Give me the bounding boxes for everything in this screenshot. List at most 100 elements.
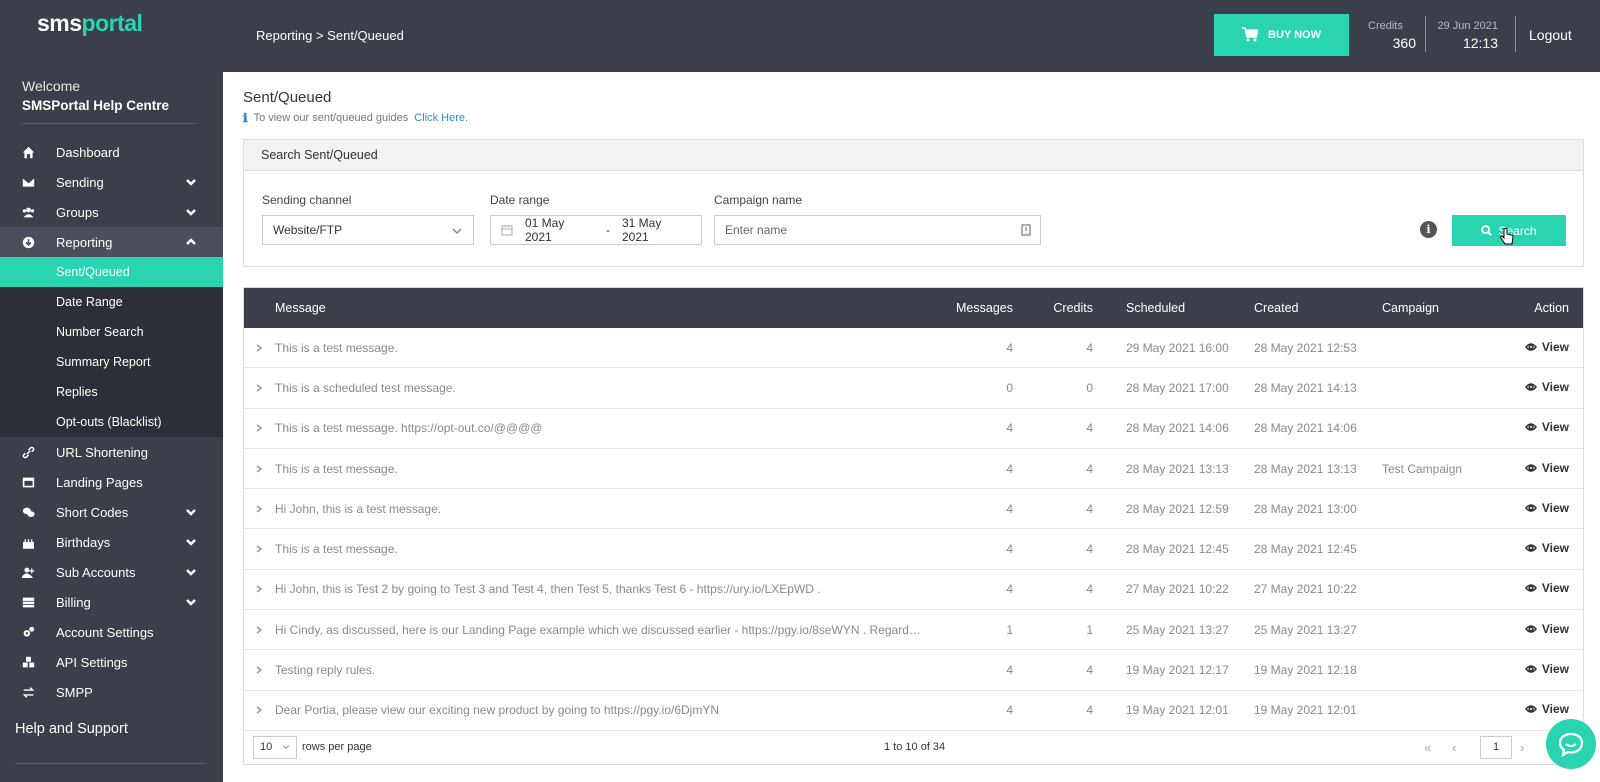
view-button[interactable]: View: [1524, 340, 1569, 354]
hand-cursor-icon: [1500, 228, 1514, 245]
table-row[interactable]: This is a scheduled test message. 0 0 28…: [244, 368, 1583, 409]
sidebar-item-billing[interactable]: Billing: [0, 587, 223, 617]
sidebar-subitem-summary-report[interactable]: Summary Report: [0, 347, 223, 377]
campaign-name-input[interactable]: Enter name: [714, 215, 1041, 245]
next-page-icon[interactable]: ›: [1520, 740, 1524, 755]
chevron-right-icon[interactable]: [244, 462, 275, 476]
page-number-input[interactable]: 1: [1480, 735, 1512, 759]
sidebar-item-sub-accounts[interactable]: Sub Accounts: [0, 557, 223, 587]
table-row[interactable]: This is a test message. 4 4 28 May 2021 …: [244, 449, 1583, 490]
calendar-icon: [501, 224, 513, 236]
chevron-right-icon[interactable]: [244, 582, 275, 596]
sending-channel-select[interactable]: Website/FTP: [262, 215, 474, 245]
sidebar-item-account-settings[interactable]: Account Settings: [0, 617, 223, 647]
envelope-icon: [22, 176, 56, 189]
sidebar-item-reporting[interactable]: Reporting: [0, 227, 223, 257]
view-button[interactable]: View: [1524, 662, 1569, 676]
info-icon[interactable]: i: [1420, 221, 1437, 238]
previous-page-icon[interactable]: ‹: [1452, 740, 1456, 755]
messages-count: 4: [1006, 703, 1013, 718]
rows-per-page-label: rows per page: [302, 740, 372, 753]
rows-per-page-select[interactable]: 10: [253, 735, 297, 759]
view-button[interactable]: View: [1524, 622, 1569, 636]
sidebar-item-short-codes[interactable]: Short Codes: [0, 497, 223, 527]
sidebar-item-smpp[interactable]: SMPP: [0, 677, 223, 707]
credits-count: 1: [1086, 622, 1093, 637]
buy-now-button[interactable]: BUY NOW: [1214, 14, 1349, 56]
column-scheduled[interactable]: Scheduled: [1093, 301, 1221, 315]
scheduled-time: 25 May 2021 13:27: [1126, 622, 1229, 637]
view-button[interactable]: View: [1524, 420, 1569, 434]
message-text: This is a test message.: [275, 340, 398, 355]
table-row[interactable]: This is a test message. https://opt-out.…: [244, 409, 1583, 449]
eye-icon: [1524, 584, 1537, 593]
sidebar-subitem-date-range[interactable]: Date Range: [0, 287, 223, 317]
logo-accent: portal: [81, 10, 143, 36]
logout-link[interactable]: Logout: [1529, 27, 1572, 43]
chevron-right-icon[interactable]: [244, 703, 275, 717]
chevron-right-icon[interactable]: [244, 341, 275, 355]
table-row[interactable]: Hi Cindy, as discussed, here is our Land…: [244, 610, 1583, 651]
column-messages[interactable]: Messages: [925, 301, 1013, 315]
view-button[interactable]: View: [1524, 581, 1569, 595]
column-credits[interactable]: Credits: [1013, 301, 1093, 315]
sending-channel-field: Sending channel Website/FTP: [262, 193, 474, 245]
chevron-right-icon[interactable]: [244, 502, 275, 516]
sidebar-subitem-sent-queued[interactable]: Sent/Queued: [0, 257, 223, 287]
table-row[interactable]: Dear Portia, please view our exciting ne…: [244, 691, 1583, 731]
column-campaign[interactable]: Campaign: [1349, 301, 1477, 315]
sidebar-item-url-shortening[interactable]: URL Shortening: [0, 437, 223, 467]
help-and-support[interactable]: Help and Support: [0, 707, 223, 737]
sidebar-subitem-replies[interactable]: Replies: [0, 377, 223, 407]
first-page-icon[interactable]: «: [1424, 740, 1431, 755]
view-button[interactable]: View: [1524, 501, 1569, 515]
message-text: Hi John, this is a test message.: [275, 501, 442, 516]
chevron-right-icon[interactable]: [244, 663, 275, 677]
table-row[interactable]: This is a test message. 4 4 29 May 2021 …: [244, 328, 1583, 369]
window-icon: [22, 476, 56, 489]
sidebar-subitem-number-search[interactable]: Number Search: [0, 317, 223, 347]
logo[interactable]: smsportal: [0, 0, 223, 72]
chevron-right-icon[interactable]: [244, 542, 275, 556]
sidebar-item-label: Billing: [56, 594, 91, 610]
sidebar-item-sending[interactable]: Sending: [0, 167, 223, 197]
created-time: 28 May 2021 12:45: [1254, 542, 1357, 557]
column-action: Action: [1534, 301, 1569, 315]
credits-label: Credits: [1368, 20, 1403, 32]
view-button[interactable]: View: [1524, 541, 1569, 555]
credits-count: 4: [1086, 340, 1093, 355]
messages-count: 4: [1006, 501, 1013, 516]
created-time: 25 May 2021 13:27: [1254, 622, 1357, 637]
column-message[interactable]: Message: [275, 301, 925, 315]
view-button[interactable]: View: [1524, 379, 1569, 394]
table-row[interactable]: Testing reply rules. 4 4 19 May 2021 12:…: [244, 650, 1583, 691]
chevron-right-icon[interactable]: [244, 381, 275, 395]
messages-count: 4: [1006, 582, 1013, 597]
sidebar-item-dashboard[interactable]: Dashboard: [0, 137, 223, 167]
column-created[interactable]: Created: [1221, 301, 1349, 315]
sidebar-item-birthdays[interactable]: Birthdays: [0, 527, 223, 557]
date-range-picker[interactable]: 01 May 2021 - 31 May 2021: [490, 215, 702, 245]
sidebar-item-api-settings[interactable]: API Settings: [0, 647, 223, 677]
divider: [22, 123, 196, 124]
scheduled-time: 19 May 2021 12:01: [1126, 703, 1229, 718]
table-row[interactable]: This is a test message. 4 4 28 May 2021 …: [244, 529, 1583, 570]
scheduled-time: 28 May 2021 12:45: [1126, 542, 1229, 557]
view-button[interactable]: View: [1524, 702, 1569, 716]
sidebar-subitem-opt-outs[interactable]: Opt-outs (Blacklist): [0, 407, 223, 437]
guide-link[interactable]: Click Here.: [414, 112, 468, 124]
credits-count: 4: [1086, 461, 1093, 476]
credits-value: 360: [1392, 35, 1416, 51]
chevron-right-icon[interactable]: [244, 421, 275, 435]
view-label: View: [1541, 379, 1569, 394]
table-row[interactable]: Hi John, this is Test 2 by going to Test…: [244, 570, 1583, 611]
chevron-right-icon[interactable]: [244, 623, 275, 637]
chevron-down-icon: [185, 536, 197, 548]
chat-widget-button[interactable]: [1546, 719, 1596, 769]
table-row[interactable]: Hi John, this is a test message. 4 4 28 …: [244, 489, 1583, 530]
view-button[interactable]: View: [1524, 461, 1569, 475]
sidebar-item-groups[interactable]: Groups: [0, 197, 223, 227]
current-time: 12:13: [1462, 35, 1498, 51]
scheduled-time: 29 May 2021 16:00: [1126, 340, 1229, 355]
sidebar-item-landing-pages[interactable]: Landing Pages: [0, 467, 223, 497]
